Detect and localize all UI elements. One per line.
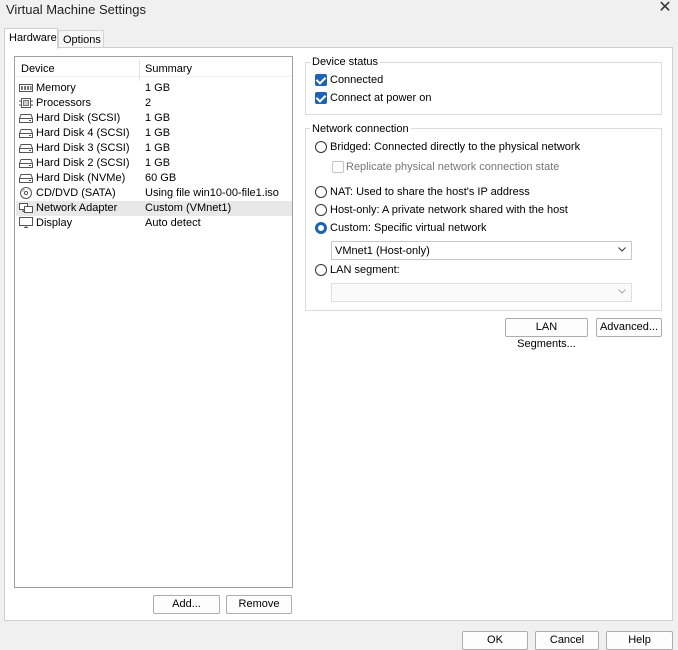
device-row-hard-disk-3-scsi[interactable]: Hard Disk 3 (SCSI) 1 GB <box>16 141 292 156</box>
cancel-button[interactable]: Cancel <box>535 631 599 650</box>
memory-icon <box>19 84 33 92</box>
device-summary: Using file win10-00-file1.iso <box>145 187 279 199</box>
connected-checkbox[interactable] <box>315 74 327 86</box>
device-name: Display <box>36 217 73 229</box>
processor-icon <box>19 98 33 108</box>
custom-radio[interactable] <box>315 222 327 234</box>
device-status-group <box>305 62 662 115</box>
device-summary: 1 GB <box>145 112 171 124</box>
device-list-header: Device Summary <box>15 57 292 81</box>
remove-button[interactable]: Remove <box>226 595 292 614</box>
device-row-hard-disk-4-scsi[interactable]: Hard Disk 4 (SCSI) 1 GB <box>16 126 292 141</box>
nat-label[interactable]: NAT: Used to share the host's IP address <box>330 186 530 198</box>
nat-radio[interactable] <box>315 186 327 198</box>
connect-at-power-on-label[interactable]: Connect at power on <box>330 92 432 104</box>
device-summary: 1 GB <box>145 127 171 139</box>
device-row-hard-disk-2-scsi[interactable]: Hard Disk 2 (SCSI) 1 GB <box>16 156 292 171</box>
replicate-checkbox[interactable] <box>332 161 344 173</box>
add-button[interactable]: Add... <box>153 595 220 614</box>
device-summary: 1 GB <box>145 82 171 94</box>
hard-disk-icon <box>19 159 33 168</box>
lan-segment-radio[interactable] <box>315 264 327 276</box>
display-icon <box>19 217 33 228</box>
device-row-hard-disk-nvme[interactable]: Hard Disk (NVMe) 60 GB <box>16 171 292 186</box>
device-row-hard-disk-scsi[interactable]: Hard Disk (SCSI) 1 GB <box>16 111 292 126</box>
title-bar: Virtual Machine Settings ✕ <box>0 0 678 20</box>
device-name: Hard Disk 2 (SCSI) <box>36 157 130 169</box>
device-summary: 2 <box>145 97 152 109</box>
lan-segment-label[interactable]: LAN segment: <box>330 264 400 276</box>
device-name: Network Adapter <box>36 202 118 214</box>
custom-network-select[interactable]: VMnet1 (Host-only) <box>331 241 632 260</box>
host-only-radio[interactable] <box>315 204 327 216</box>
cd-dvd-icon <box>20 187 32 199</box>
host-only-label[interactable]: Host-only: A private network shared with… <box>330 204 568 216</box>
column-header-device[interactable]: Device <box>21 63 55 75</box>
hard-disk-icon <box>19 129 33 138</box>
network-connection-title: Network connection <box>310 123 411 135</box>
lan-segments-button[interactable]: LAN Segments... <box>505 318 588 350</box>
device-row-memory[interactable]: Memory 1 GB <box>16 81 292 96</box>
device-summary: Custom (VMnet1) <box>145 202 232 214</box>
chevron-down-icon <box>618 289 626 294</box>
tab-hardware[interactable]: Hardware <box>4 28 58 49</box>
device-name: Memory <box>36 82 76 94</box>
device-row-cd-dvd[interactable]: CD/DVD (SATA) Using file win10-00-file1.… <box>16 186 292 201</box>
bridged-radio[interactable] <box>315 141 327 153</box>
tab-options[interactable]: Options <box>58 30 104 48</box>
device-row-network-adapter[interactable]: Network Adapter Custom (VMnet1) <box>16 201 292 216</box>
device-summary: 1 GB <box>145 142 171 154</box>
device-list[interactable]: Device Summary Memory 1 GB Processors 2 … <box>14 56 293 588</box>
hard-disk-icon <box>19 144 33 153</box>
hard-disk-icon <box>19 174 33 183</box>
custom-network-value: VMnet1 (Host-only) <box>335 245 430 257</box>
device-name: Hard Disk (SCSI) <box>36 112 121 124</box>
advanced-button[interactable]: Advanced... <box>596 318 662 337</box>
network-adapter-icon <box>19 203 33 213</box>
device-name: Processors <box>36 97 92 109</box>
ok-button[interactable]: OK <box>462 631 528 650</box>
replicate-label[interactable]: Replicate physical network connection st… <box>346 161 559 173</box>
device-name: Hard Disk 3 (SCSI) <box>36 142 130 154</box>
connect-at-power-on-checkbox[interactable] <box>315 92 327 104</box>
hard-disk-icon <box>19 114 33 123</box>
window-title: Virtual Machine Settings <box>6 2 146 17</box>
device-row-display[interactable]: Display Auto detect <box>16 216 292 231</box>
device-status-title: Device status <box>310 56 381 68</box>
lan-segment-select[interactable] <box>331 283 632 302</box>
bridged-label[interactable]: Bridged: Connected directly to the physi… <box>330 141 580 153</box>
device-name: Hard Disk (NVMe) <box>36 172 126 184</box>
connected-label[interactable]: Connected <box>330 74 383 86</box>
custom-label[interactable]: Custom: Specific virtual network <box>330 222 487 234</box>
device-summary: 1 GB <box>145 157 171 169</box>
device-summary: 60 GB <box>145 172 177 184</box>
column-separator[interactable] <box>139 59 140 81</box>
chevron-down-icon <box>618 247 626 252</box>
close-icon[interactable]: ✕ <box>658 0 672 16</box>
device-summary: Auto detect <box>145 217 201 229</box>
device-name: Hard Disk 4 (SCSI) <box>36 127 130 139</box>
device-name: CD/DVD (SATA) <box>36 187 116 199</box>
device-row-processors[interactable]: Processors 2 <box>16 96 292 111</box>
help-button[interactable]: Help <box>606 631 673 650</box>
column-header-summary[interactable]: Summary <box>145 63 192 75</box>
